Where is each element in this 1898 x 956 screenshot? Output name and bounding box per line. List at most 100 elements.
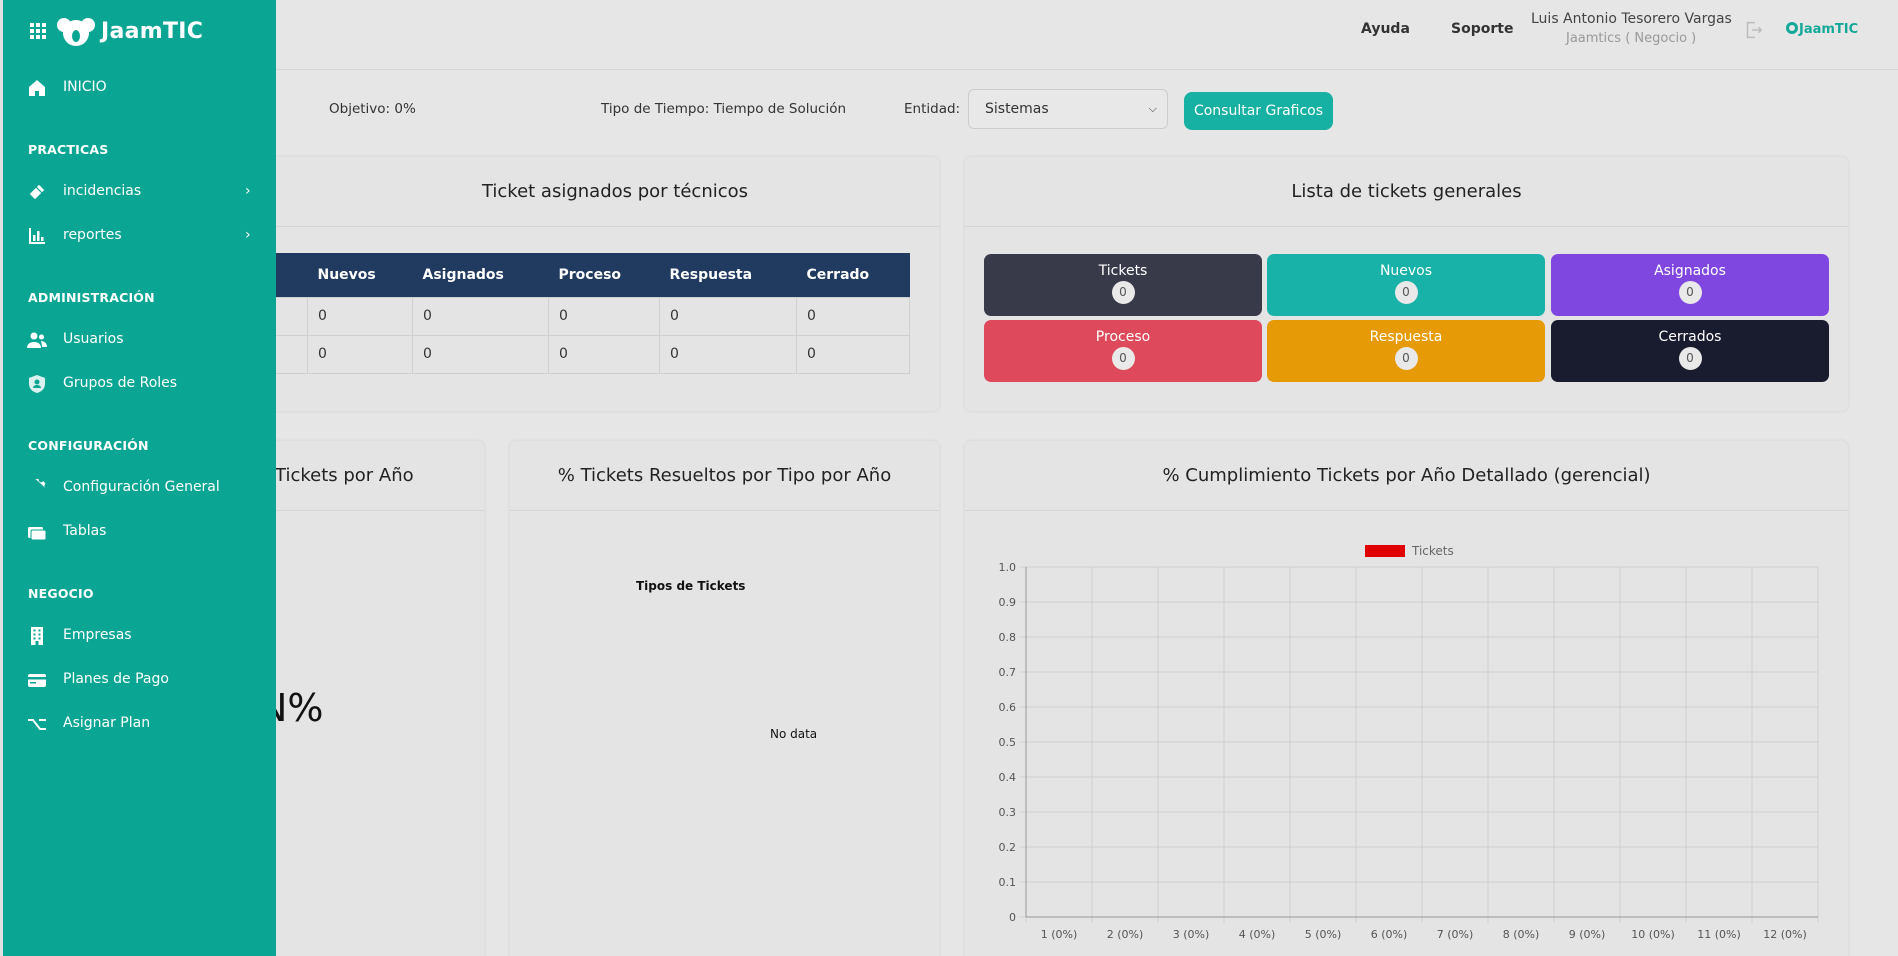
section-negocio: NEGOCIO — [28, 586, 94, 601]
no-data-label: No data — [770, 727, 818, 741]
credit-card-icon — [28, 674, 46, 687]
ticket-tile-label: Cerrados — [1658, 329, 1722, 345]
sidebar-item-empresas[interactable]: Empresas — [3, 618, 276, 654]
section-configuracion: CONFIGURACIÓN — [28, 438, 149, 453]
ticket-tile-count: 0 — [1394, 347, 1418, 370]
user-name[interactable]: Luis Antonio Tesorero Vargas — [1531, 11, 1732, 27]
user-org: Jaamtics ( Negocio ) — [1566, 31, 1697, 46]
ticket-icon — [28, 183, 46, 201]
table-cell: 0 — [548, 334, 660, 374]
sidebar-item-asignar-plan[interactable]: Asignar Plan — [3, 706, 276, 742]
ticket-tile-count: 0 — [1394, 281, 1418, 304]
tech-tickets-table: Nuevos Asignados Proceso Respuesta Cerra… — [200, 253, 910, 374]
table-cell: 0 — [307, 334, 413, 374]
ticket-tile-label: Asignados — [1654, 263, 1726, 279]
compliance-bar-chart: Tickets 0 0.1 0.2 0.3 0.4 0.5 0.6 0.7 0.8 0.9 1.0 1 … — [999, 544, 1819, 941]
table-cell: 0 — [796, 296, 910, 336]
table-cell: 0 — [412, 296, 549, 336]
x-tick-label: 4 (0%) — [1239, 928, 1276, 941]
help-link[interactable]: Ayuda — [1361, 21, 1410, 37]
gear-icon — [34, 479, 46, 491]
sidebar-item-label: Usuarios — [63, 331, 124, 347]
table-cell: 0 — [548, 296, 660, 336]
sidebar-item-grupos-roles[interactable]: Grupos de Roles — [3, 366, 276, 402]
x-tick-label: 3 (0%) — [1173, 928, 1210, 941]
x-tick-label: 8 (0%) — [1503, 928, 1540, 941]
ticket-tile-count: 0 — [1678, 281, 1702, 304]
ticket-tile-tickets[interactable]: Tickets 0 — [984, 254, 1262, 316]
table-header: Asignados — [412, 253, 549, 297]
table-header-row: Nuevos Asignados Proceso Respuesta Cerra… — [200, 253, 910, 297]
ticket-tile-proceso[interactable]: Proceso 0 — [984, 320, 1262, 382]
sidebar: JaamTIC INICIO PRACTICAS incidencias › r… — [0, 0, 276, 956]
ticket-tile-respuesta[interactable]: Respuesta 0 — [1267, 320, 1545, 382]
type-chart-title: Tipos de Tickets — [636, 579, 746, 593]
x-tick-label: 12 (0%) — [1763, 928, 1807, 941]
entidad-select[interactable]: Sistemas ⌵ — [968, 89, 1168, 129]
y-tick-label: 0.1 — [999, 876, 1017, 889]
legend-label: Tickets — [1411, 544, 1454, 558]
table-cell: 0 — [796, 334, 910, 374]
y-tick-label: 1.0 — [999, 561, 1017, 574]
table-header: Respuesta — [659, 253, 797, 297]
chevron-right-icon: › — [245, 183, 251, 199]
table-cell: 0 — [307, 296, 413, 336]
logout-icon[interactable] — [1742, 19, 1764, 41]
sidebar-item-incidencias[interactable]: incidencias › — [3, 174, 276, 210]
entidad-label: Entidad: — [904, 101, 961, 117]
sidebar-item-label: Empresas — [63, 627, 132, 643]
sidebar-item-label: Asignar Plan — [63, 715, 151, 731]
koala-logo-icon — [57, 18, 95, 46]
ticket-tile-asignados[interactable]: Asignados 0 — [1551, 254, 1829, 316]
sidebar-item-inicio[interactable]: INICIO — [3, 70, 276, 106]
ticket-tile-label: Proceso — [1095, 329, 1151, 345]
x-tick-label: 5 (0%) — [1305, 928, 1342, 941]
table-header: Cerrado — [796, 253, 910, 297]
ticket-tile-label: Respuesta — [1369, 329, 1443, 345]
x-tick-label: 1 (0%) — [1041, 928, 1078, 941]
top-header: Ayuda Soporte Luis Antonio Tesorero Varg… — [0, 0, 1898, 70]
sidebar-logo[interactable]: JaamTIC — [55, 14, 203, 48]
y-tick-label: 0.5 — [999, 736, 1017, 749]
section-administracion: ADMINISTRACIÓN — [28, 290, 155, 305]
y-tick-label: 0.2 — [999, 841, 1017, 854]
compliance-card-title: % Cumplimiento Tickets por Año Detallado… — [965, 441, 1848, 511]
user-shield-icon — [29, 375, 45, 393]
legend-swatch — [1365, 545, 1405, 557]
sidebar-item-planes-pago[interactable]: Planes de Pago — [3, 662, 276, 698]
y-tick-label: 0 — [1009, 911, 1016, 924]
table-row: 0 0 0 0 0 — [200, 334, 910, 374]
header-logo[interactable]: JaamTIC — [1785, 21, 1858, 37]
table-header: Proceso — [548, 253, 660, 297]
tipo-tiempo-value: Tiempo de Solución — [713, 101, 847, 117]
ticket-tile-nuevos[interactable]: Nuevos 0 — [1267, 254, 1545, 316]
support-link[interactable]: Soporte — [1451, 21, 1513, 37]
bar-chart-icon — [29, 228, 45, 244]
x-tick-label: 10 (0%) — [1631, 928, 1675, 941]
table-cell: 0 — [412, 334, 549, 374]
consultar-graficos-button[interactable]: Consultar Graficos — [1184, 92, 1333, 130]
table-cards-icon — [28, 527, 47, 541]
x-tick-label: 7 (0%) — [1437, 928, 1474, 941]
sidebar-item-reportes[interactable]: reportes › — [3, 218, 276, 254]
logo-mark-icon — [1786, 22, 1798, 34]
ticket-tile-count: 0 — [1678, 347, 1702, 370]
y-tick-label: 0.9 — [999, 596, 1017, 609]
x-tick-label: 2 (0%) — [1107, 928, 1144, 941]
apps-grid-icon[interactable] — [29, 22, 47, 40]
sidebar-item-label: INICIO — [63, 79, 107, 95]
sidebar-item-tablas[interactable]: Tablas — [3, 514, 276, 550]
table-cell: 0 — [659, 296, 797, 336]
sidebar-item-usuarios[interactable]: Usuarios — [3, 322, 276, 358]
ticket-tile-count: 0 — [1111, 347, 1135, 370]
ticket-tile-label: Nuevos — [1379, 263, 1433, 279]
option-key-icon — [28, 719, 46, 730]
objetivo-label: Objetivo: 0% — [329, 101, 416, 117]
sidebar-item-label: incidencias — [63, 183, 142, 199]
resolved-type-title: % Tickets Resueltos por Tipo por Año — [510, 441, 939, 511]
sidebar-item-configuracion-general[interactable]: Configuración General — [3, 470, 276, 506]
header-logo-text: JaamTIC — [1799, 22, 1859, 37]
ticket-tile-count: 0 — [1111, 281, 1135, 304]
sidebar-item-label: Planes de Pago — [63, 671, 169, 687]
ticket-tile-cerrados[interactable]: Cerrados 0 — [1551, 320, 1829, 382]
